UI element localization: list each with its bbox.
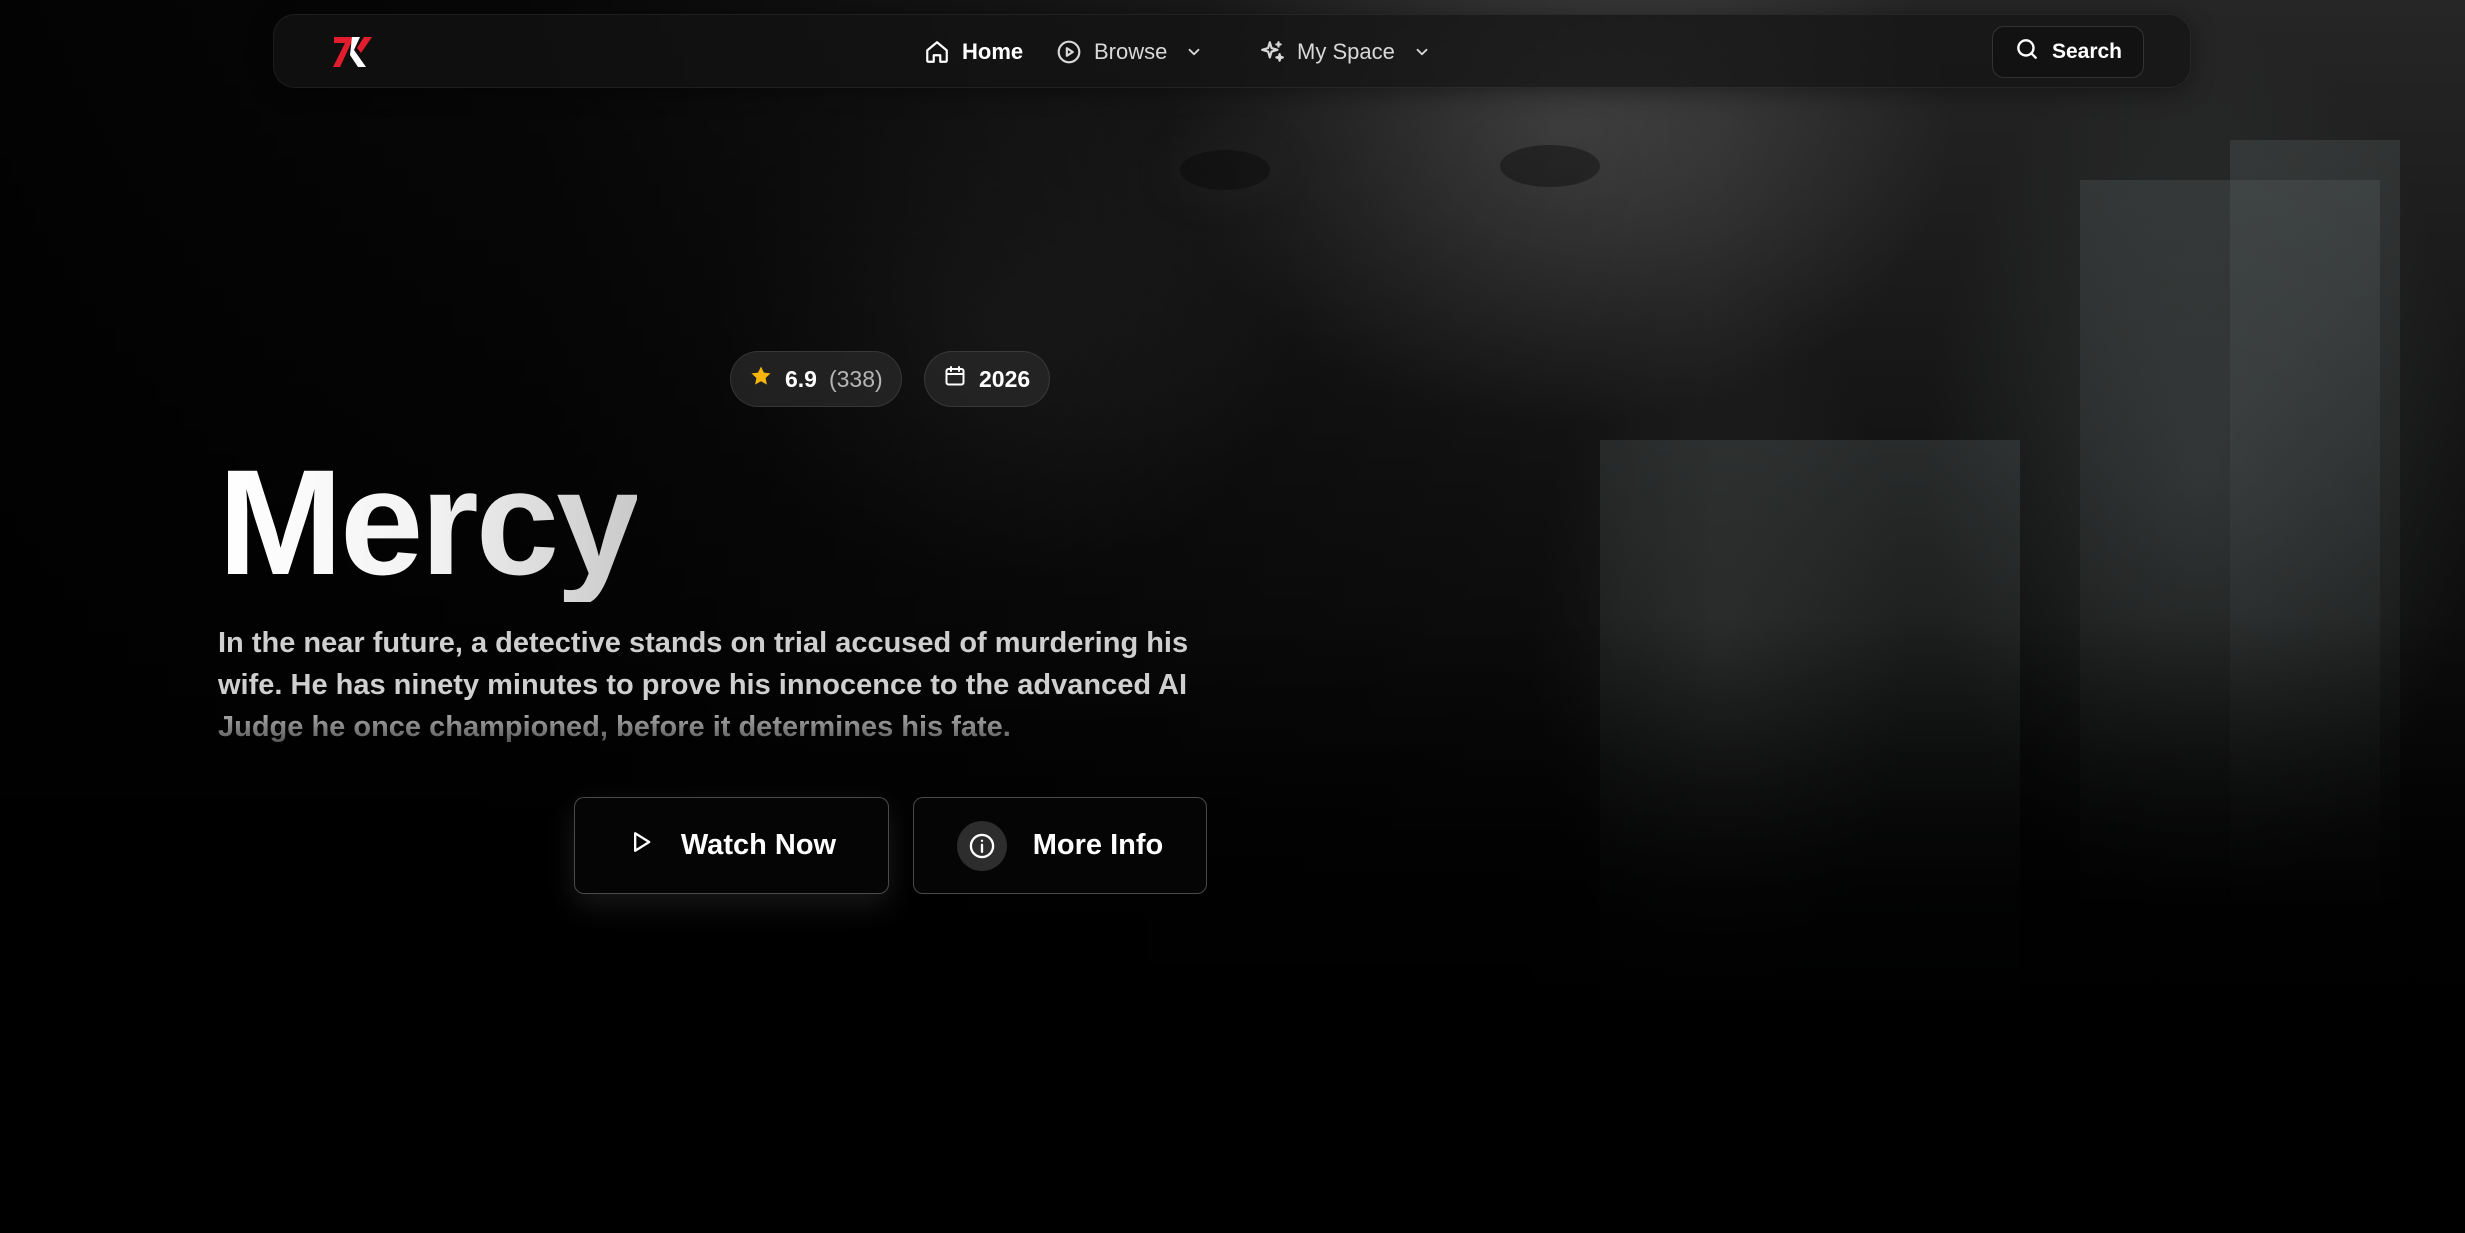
- movie-overview: In the near future, a detective stands o…: [218, 627, 1189, 743]
- play-icon: [627, 828, 655, 864]
- search-icon: [2014, 36, 2040, 68]
- star-icon: [749, 364, 773, 394]
- rating-count: (338): [828, 365, 883, 392]
- nav-browse[interactable]: Browse: [1056, 35, 1203, 69]
- info-icon: [956, 820, 1007, 871]
- hero-section: [0, 0, 2465, 1233]
- rating-badge: 6.9 (338): [730, 351, 902, 407]
- top-navbar: Home Browse My Space Search: [273, 14, 2191, 88]
- chevron-down-icon: [1413, 43, 1431, 61]
- play-circle-icon: [1056, 39, 1082, 65]
- nav-my-space[interactable]: My Space: [1259, 35, 1431, 69]
- calendar-icon: [943, 364, 967, 394]
- chevron-down-icon: [1185, 43, 1203, 61]
- search-button[interactable]: Search: [1992, 26, 2144, 78]
- nav-browse-label: Browse: [1094, 39, 1168, 64]
- year-badge: 2026: [924, 351, 1050, 407]
- watch-now-label: Watch Now: [680, 829, 837, 861]
- nav-my-space-label: My Space: [1297, 39, 1395, 64]
- movie-title: Mercy: [218, 438, 640, 606]
- release-year: 2026: [979, 365, 1031, 392]
- more-info-button[interactable]: More Info: [913, 797, 1207, 894]
- more-info-label: More Info: [1032, 829, 1164, 861]
- sparkles-icon: [1259, 39, 1285, 65]
- watch-now-button[interactable]: Watch Now: [574, 797, 889, 894]
- search-label: Search: [2051, 40, 2123, 63]
- home-icon: [924, 39, 950, 65]
- nav-home-label: Home: [962, 39, 1024, 64]
- rating-value: 6.9: [785, 365, 817, 392]
- nav-home[interactable]: Home: [924, 35, 1023, 69]
